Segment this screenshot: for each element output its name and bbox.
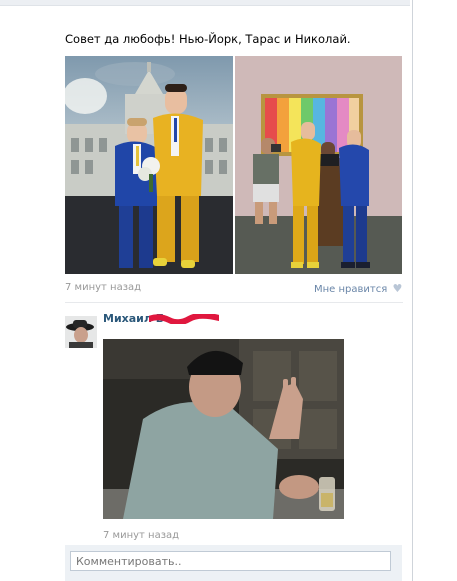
avatar[interactable]: [65, 316, 97, 348]
top-strip: [0, 0, 410, 6]
comment-input[interactable]: [70, 551, 391, 571]
comment-divider: [65, 302, 403, 303]
right-border: [412, 0, 413, 581]
like-button[interactable]: Мне нравится ♥: [314, 282, 402, 295]
post-photo-2[interactable]: [235, 56, 402, 274]
post-photo-1[interactable]: [65, 56, 233, 274]
post-timestamp[interactable]: 7 минут назад: [65, 282, 141, 293]
comment-timestamp[interactable]: 7 минут назад: [103, 530, 179, 541]
heart-icon: ♥: [392, 282, 403, 295]
like-label: Мне нравится: [314, 284, 388, 295]
post-text: Совет да любофь! Нью-Йорк, Тарас и Никол…: [65, 32, 351, 46]
redaction-scribble: [149, 314, 219, 324]
comment-image[interactable]: [103, 339, 344, 519]
reply-box: [65, 545, 402, 581]
